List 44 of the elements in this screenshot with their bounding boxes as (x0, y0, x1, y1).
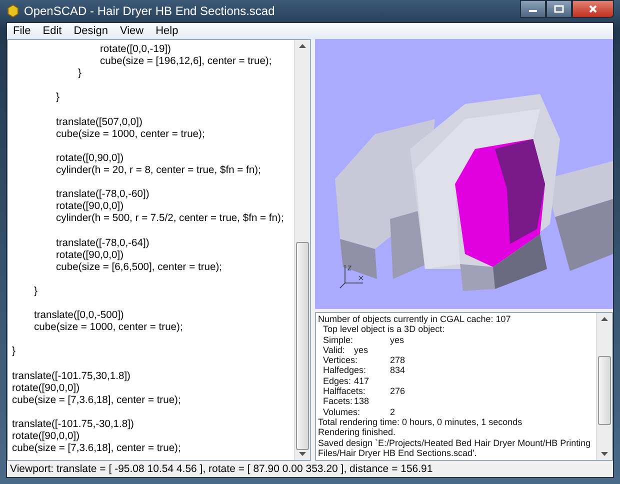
console-line: Number of objects currently in CGAL cache: 107 (318, 314, 512, 324)
status-text: Viewport: translate = [ -95.08 10.54 4.56 ], rotate = [ 87.90 0.00 353.20 ], distance = 156.91 (10, 463, 433, 475)
code-line: } (33, 286, 38, 298)
code-line: rotate([90,0,0]) (55, 201, 125, 214)
menu-item[interactable]: View (114, 25, 150, 37)
menu-item[interactable]: Help (150, 25, 184, 37)
console-line: Halffacets: 276 (322, 386, 406, 396)
menu-item[interactable]: Design (68, 25, 114, 37)
code-line: rotate([90,0,0]) (12, 382, 81, 395)
code-line: cube(size = 1000, center = true); (33, 322, 184, 334)
code-line: cylinder(h = 500, r = 7.5/2, center = true, $fn = fn); (55, 213, 285, 226)
code-line: rotate([90,0,0]) (55, 250, 125, 262)
console-line: Simple: yes (322, 334, 406, 345)
code-line: rotate([0,0,-19]) (99, 44, 172, 56)
console-line: Volumes: 2 (322, 406, 396, 417)
code-line: cube(size = [7,3.6,18], center = true); (12, 443, 182, 456)
console-line: Top level object is a 3D object: (322, 324, 446, 335)
code-line: cube(size = 1000, center = true); (55, 128, 206, 141)
code-line: cube(size = [196,12,6], center = true); (99, 56, 273, 68)
code-line: translate([-101.75,-30,1.8]) (12, 418, 135, 431)
code-line: } (55, 92, 60, 104)
console-line: Rendering finished. (318, 427, 397, 438)
code-line: rotate([0,90,0]) (55, 152, 125, 165)
console-line: Total rendering time: 0 hours, 0 minutes, 1 seconds (318, 416, 524, 428)
console-line: Halfedges: 834 (322, 365, 406, 376)
code-line: } (12, 346, 16, 358)
menu-item[interactable]: Edit (36, 25, 68, 37)
menu-item[interactable]: File (7, 25, 37, 37)
code-line: cube(size = [7,3.6,18], center = true); (12, 394, 182, 407)
code-line: cylinder(h = 20, r = 8, center = true, $fn = fn); (55, 164, 262, 178)
code-line: } (77, 68, 82, 80)
code-line: translate([-78,0,-60]) (55, 189, 150, 202)
console-line: Saved design `E:/Projects/Heated Bed Hair Dryer Mount/HB Printing Files/Hair Dryer HB End Sections.scad'. (318, 438, 592, 458)
code-line: translate([507,0,0]) (55, 116, 144, 129)
console-line: Vertices: 278 (322, 355, 406, 366)
code-line: rotate([90,0,0]) (12, 431, 81, 444)
code-line: translate([-101.75,30,1.8]) (12, 370, 132, 383)
window-title: OpenSCAD - Hair Dryer HB End Sections.scad (24, 4, 275, 18)
console-line: Edges: 417 (322, 376, 370, 386)
code-line: translate([0,0,-500]) (33, 310, 125, 322)
code-line: translate([-78,0,-64]) (55, 238, 150, 250)
console-line: Facets: 138 (322, 396, 370, 407)
console-line: Valid: yes (322, 344, 370, 356)
code-line: cube(size = [6,6,500], center = true); (55, 262, 223, 274)
